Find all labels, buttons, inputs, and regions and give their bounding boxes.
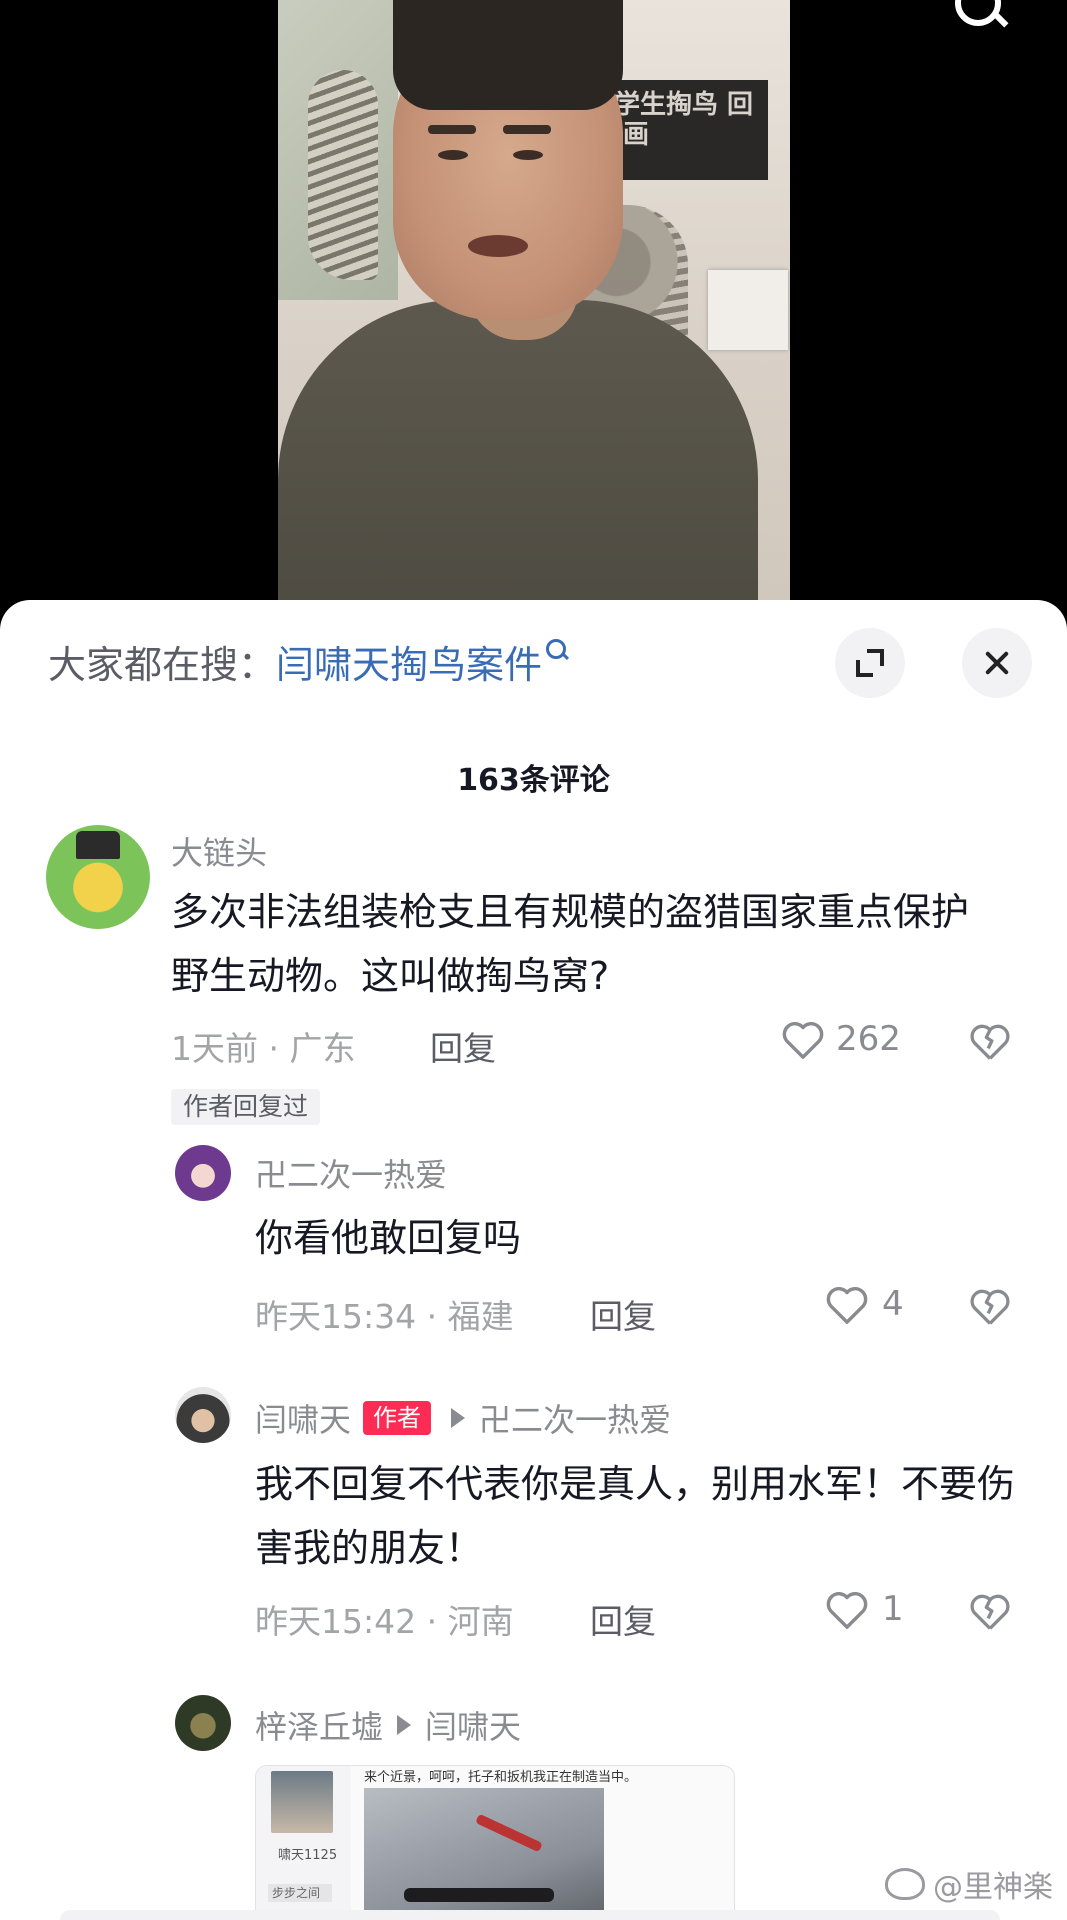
pliers-shape [475, 1813, 543, 1853]
bird-drawing-left [308, 70, 378, 280]
avatar[interactable] [175, 1145, 231, 1201]
like-button[interactable]: 4 [824, 1283, 904, 1325]
dislike-button[interactable] [968, 1285, 1012, 1327]
like-button[interactable]: 262 [780, 1018, 901, 1060]
expand-icon [856, 649, 884, 677]
avatar[interactable] [46, 825, 150, 929]
comment-image[interactable]: 啸天1125 步步之间 来个近景，呵呵，托子和扳机我正在制造当中。 [255, 1765, 735, 1920]
reply-username[interactable]: 梓泽丘墟 闫啸天 [255, 1702, 521, 1748]
eyebrow [428, 125, 476, 134]
reply-username[interactable]: 卍二次一热爱 [255, 1150, 447, 1196]
trending-search-prefix: 大家都在搜： [48, 642, 277, 687]
image-profile-panel: 啸天1125 步步之间 [256, 1766, 351, 1920]
reply-button[interactable]: 回复 [590, 1290, 656, 1338]
avatar[interactable] [175, 1695, 231, 1751]
comment-text: 多次非法组装枪支且有规模的盗猎国家重点保护野生动物。这叫做掏鸟窝? [171, 890, 970, 998]
reply-button[interactable]: 回复 [590, 1595, 656, 1643]
trending-search-bar[interactable]: 大家都在搜： 闫啸天掏鸟案件 [48, 634, 567, 689]
reply-username[interactable]: 闫啸天 作者 卍二次一热爱 [255, 1395, 671, 1441]
image-caption: 来个近景，呵呵，托子和扳机我正在制造当中。 [364, 1770, 638, 1785]
username-text[interactable]: 大链头 [171, 828, 267, 874]
reply-time-location: 昨天15:34 · 福建 [255, 1297, 514, 1336]
username-text[interactable]: 卍二次一热爱 [255, 1150, 447, 1196]
username-text[interactable]: 闫啸天 [255, 1395, 351, 1441]
comments-count-title: 163条评论 [457, 763, 610, 798]
image-photo [364, 1788, 604, 1920]
comment-username[interactable]: 大链头 [171, 828, 267, 874]
video-frame: 大学生掏鸟 回归 画 [278, 0, 790, 640]
reply-text: 你看他敢回复吗 [255, 1216, 522, 1260]
reply-time-location: 昨天15:42 · 河南 [255, 1602, 514, 1641]
avatar[interactable] [175, 1387, 231, 1443]
comment-time-location: 1天前 · 广东 [171, 1029, 356, 1068]
broken-heart-icon [970, 1024, 1010, 1060]
close-button[interactable] [962, 628, 1032, 698]
avatar-hat [76, 831, 120, 859]
watermark-text: @里神楽 [933, 1870, 1053, 1905]
dislike-button[interactable] [968, 1020, 1012, 1062]
reply-text: 我不回复不代表你是真人，别用水军！不要伤害我的朋友！ [255, 1462, 1016, 1570]
video-player[interactable]: 大学生掏鸟 回归 画 [0, 0, 1067, 640]
weibo-icon [885, 1868, 925, 1900]
eye [438, 150, 468, 160]
wall-photo [708, 270, 788, 350]
image-profile-name: 啸天1125 [278, 1848, 338, 1863]
author-tag: 作者 [363, 1401, 432, 1435]
trending-search-term[interactable]: 闫啸天掏鸟案件 [276, 634, 542, 689]
like-count: 262 [836, 1019, 901, 1059]
person-shirt [278, 300, 758, 640]
person-hair [393, 0, 623, 110]
broken-heart-icon [970, 1289, 1010, 1325]
reply-arrow-icon [397, 1715, 412, 1735]
like-count: 4 [882, 1284, 904, 1324]
reply-to-username[interactable]: 闫啸天 [425, 1702, 521, 1748]
dislike-button[interactable] [968, 1590, 1012, 1632]
like-button[interactable]: 1 [824, 1588, 904, 1630]
eyebrow [503, 125, 551, 134]
search-icon[interactable] [955, 0, 1001, 26]
mouth [468, 235, 528, 257]
reply-to-username[interactable]: 卍二次一热爱 [479, 1395, 671, 1441]
comment-input-bar[interactable] [60, 1910, 1000, 1920]
image-profile-tag: 步步之间 [268, 1884, 332, 1902]
broken-heart-icon [970, 1594, 1010, 1630]
comments-sheet: 大家都在搜： 闫啸天掏鸟案件 163条评论 大链头 多次非法组装枪支且有规模的盗… [0, 600, 1067, 1920]
weibo-watermark: @里神楽 [885, 1862, 1053, 1906]
reply-arrow-icon [451, 1408, 466, 1428]
close-icon [982, 661, 1012, 665]
author-replied-badge: 作者回复过 [171, 1089, 321, 1125]
search-icon [546, 639, 567, 659]
heart-icon [782, 1022, 824, 1059]
image-thumbnail [271, 1771, 333, 1833]
reply-button[interactable]: 回复 [430, 1022, 496, 1070]
username-text[interactable]: 梓泽丘墟 [255, 1702, 383, 1748]
heart-icon [826, 1287, 868, 1324]
like-count: 1 [882, 1589, 904, 1629]
heart-icon [826, 1592, 868, 1629]
scope-shape [404, 1888, 554, 1902]
eye [513, 150, 543, 160]
expand-button[interactable] [835, 628, 905, 698]
